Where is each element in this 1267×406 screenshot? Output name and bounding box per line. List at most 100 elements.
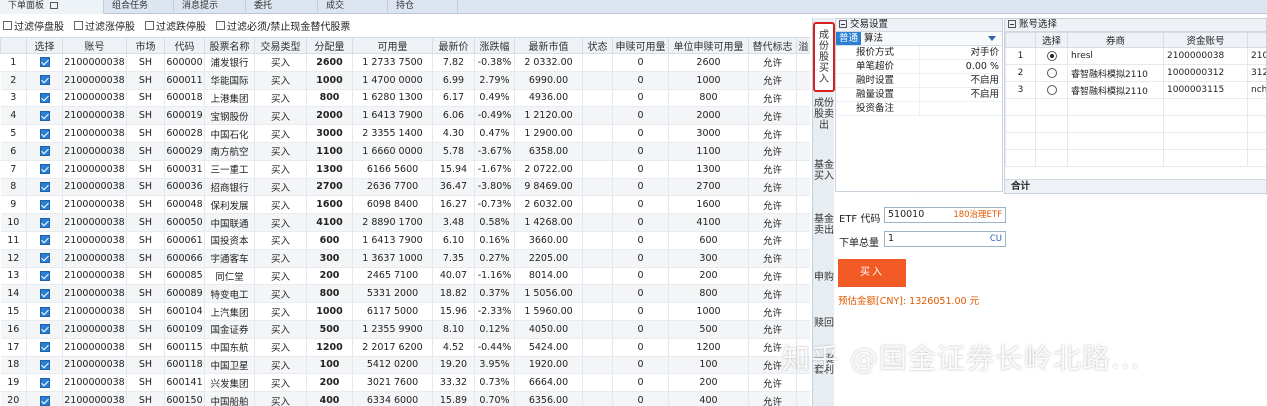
column-header[interactable]: 股票名称 xyxy=(204,37,255,54)
table-row[interactable]: 17 2100000038 SH 600115 中国东航 买入 1200 2 2017 620… xyxy=(0,338,810,357)
side-tab-fund-sell[interactable]: 基金卖出 xyxy=(814,214,834,258)
account-radio[interactable] xyxy=(1046,84,1057,95)
side-tab-fund-buy[interactable]: 基金买入 xyxy=(814,160,834,204)
table-row[interactable]: 2 2100000038 SH 600011 华能国际 买入 1000 1 4700 0000… xyxy=(0,71,810,90)
collapse-icon[interactable] xyxy=(1008,20,1016,28)
side-tab-component-sell[interactable]: 成份股卖出 xyxy=(814,98,834,154)
tab-deal[interactable]: 成交 xyxy=(318,0,388,14)
row-checkbox[interactable] xyxy=(39,164,50,175)
row-checkbox[interactable] xyxy=(39,181,50,192)
table-row[interactable]: 1 2100000038 SH 600000 浦发银行 买入 2600 1 2733 7500… xyxy=(0,53,810,72)
table-row[interactable]: 12 2100000038 SH 600066 宇通客车 买入 300 1 3637 1000… xyxy=(0,249,810,268)
side-tab-component-buy[interactable]: 成份股买入 xyxy=(813,22,835,92)
column-header[interactable]: 分配量 xyxy=(306,37,353,54)
filter-suspended[interactable]: 过滤停盘股 xyxy=(3,18,64,33)
filter-limit-down[interactable]: 过滤跌停股 xyxy=(145,18,206,33)
buy-button[interactable]: 买入 xyxy=(838,259,906,287)
table-row[interactable]: 18 2100000038 SH 600118 中国卫星 买入 100 5412 0200 19… xyxy=(0,356,810,375)
filter-limit-up[interactable]: 过滤涨停股 xyxy=(74,18,135,33)
row-checkbox[interactable] xyxy=(39,217,50,228)
account-row[interactable]: 3 睿智融科模拟2110 1000003115 nch xyxy=(1005,81,1266,99)
row-checkbox[interactable] xyxy=(39,253,50,264)
prop-volume-setting[interactable]: 融量设置 不启用 xyxy=(836,88,1002,102)
subtab-normal[interactable]: 普通 xyxy=(836,32,862,45)
tab-messages[interactable]: 消息提示 xyxy=(174,0,246,14)
side-tab-subscribe[interactable]: 申购 xyxy=(814,272,834,296)
row-checkbox[interactable] xyxy=(39,92,50,103)
row-checkbox[interactable] xyxy=(39,395,50,406)
table-row[interactable]: 16 2100000038 SH 600109 国金证券 买入 500 1 2355 9900… xyxy=(0,320,810,339)
row-checkbox[interactable] xyxy=(39,75,50,86)
table-row[interactable]: 3 2100000038 SH 600018 上港集团 买入 800 1 6280 1300 6… xyxy=(0,89,810,108)
column-header[interactable]: 单位申赎可用量 xyxy=(668,37,749,54)
column-header[interactable]: 账号 xyxy=(62,37,127,54)
account-radio[interactable] xyxy=(1046,67,1057,78)
account-radio[interactable] xyxy=(1046,50,1057,61)
table-row[interactable]: 11 2100000038 SH 600061 国投资本 买入 600 1 6413 7900… xyxy=(0,231,810,250)
column-header[interactable]: 涨跌幅 xyxy=(474,37,515,54)
row-checkbox[interactable] xyxy=(39,359,50,370)
table-row[interactable]: 15 2100000038 SH 600104 上汽集团 买入 1000 6117 5000 1… xyxy=(0,302,810,321)
order-qty-input[interactable]: 1 CU xyxy=(884,231,1006,247)
column-header[interactable]: 最新价 xyxy=(432,37,475,54)
column-header[interactable]: 最新市值 xyxy=(514,37,583,54)
row-checkbox[interactable] xyxy=(39,377,50,388)
table-row[interactable]: 14 2100000038 SH 600089 特变电工 买入 800 5331 2000 18… xyxy=(0,284,810,304)
row-checkbox[interactable] xyxy=(39,342,50,353)
column-header[interactable]: 替代标志 xyxy=(748,37,797,54)
checkbox[interactable] xyxy=(3,20,12,30)
subtab-algo[interactable]: 算法 xyxy=(861,32,886,45)
dropdown-caret-icon[interactable] xyxy=(988,36,996,41)
column-header[interactable]: 市场 xyxy=(126,37,165,54)
etf-code-input[interactable]: 510010 180治理ETF xyxy=(884,207,1006,223)
column-header[interactable]: 申赎可用量 xyxy=(612,37,669,54)
checkbox[interactable] xyxy=(216,20,225,30)
table-row[interactable]: 8 2100000038 SH 600036 招商银行 买入 2700 2636 7700 36… xyxy=(0,178,810,197)
filter-cash-substitute[interactable]: 过滤必须/禁止现金替代股票 xyxy=(216,18,350,33)
checkbox[interactable] xyxy=(145,20,154,30)
table-row[interactable]: 5 2100000038 SH 600028 中国石化 买入 3000 2 3355 1400… xyxy=(0,124,810,143)
row-checkbox[interactable] xyxy=(39,146,50,157)
table-row[interactable]: 4 2100000038 SH 600019 宝钢股份 买入 2000 1 6413 7900… xyxy=(0,106,810,126)
row-checkbox[interactable] xyxy=(39,57,50,68)
tab-order-panel[interactable]: 下单面板 xyxy=(0,0,104,14)
checkbox[interactable] xyxy=(74,20,83,30)
collapse-icon[interactable] xyxy=(839,20,847,28)
account-row[interactable]: 2 睿智融科模拟2110 1000000312 312 xyxy=(1005,64,1266,82)
prop-price-mode[interactable]: 报价方式 对手价 xyxy=(836,46,1002,60)
table-row[interactable]: 19 2100000038 SH 600141 兴发集团 买入 200 3021 7600 33… xyxy=(0,373,810,393)
column-header[interactable] xyxy=(0,37,27,54)
account-column-header[interactable] xyxy=(1005,32,1036,48)
account-column-header[interactable]: 选择 xyxy=(1035,32,1068,48)
tab-entrust[interactable]: 委托 xyxy=(246,0,318,14)
row-checkbox[interactable] xyxy=(39,306,50,317)
table-row[interactable]: 6 2100000038 SH 600029 南方航空 买入 1100 1 6660 0000… xyxy=(0,142,810,161)
prop-invest-note[interactable]: 投资备注 xyxy=(836,102,1002,116)
row-checkbox[interactable] xyxy=(39,324,50,335)
table-row[interactable]: 7 2100000038 SH 600031 三一重工 买入 1300 6166 5600 15… xyxy=(0,160,810,179)
account-column-header[interactable]: 资金账号 xyxy=(1163,32,1248,48)
column-header[interactable]: 选择 xyxy=(26,37,63,54)
column-header[interactable]: 溢 xyxy=(796,37,810,54)
row-checkbox[interactable] xyxy=(39,199,50,210)
account-row[interactable]: 1 hresl21000000382100000 xyxy=(1005,47,1266,65)
row-checkbox[interactable] xyxy=(39,235,50,246)
column-header[interactable]: 代码 xyxy=(164,37,205,54)
restore-icon[interactable] xyxy=(50,2,59,9)
column-header[interactable]: 状态 xyxy=(582,37,613,54)
tab-combo-task[interactable]: 组合任务 xyxy=(104,0,174,14)
column-header[interactable]: 交易类型 xyxy=(254,37,307,54)
table-row[interactable]: 13 2100000038 SH 600085 同仁堂 买入 200 2465 7100 40.… xyxy=(0,267,810,286)
table-row[interactable]: 10 2100000038 SH 600050 中国联通 买入 4100 2 8890 170… xyxy=(0,213,810,232)
prop-time-setting[interactable]: 融时设置 不启用 xyxy=(836,74,1002,88)
table-row[interactable]: 9 2100000038 SH 600048 保利发展 买入 1600 6098 8400 16… xyxy=(0,195,810,215)
account-column-header[interactable]: 账号 xyxy=(1247,32,1266,48)
row-checkbox[interactable] xyxy=(39,288,50,299)
row-checkbox[interactable] xyxy=(39,110,50,121)
table-row[interactable]: 20 2100000038 SH 600150 中国船舶 买入 400 6334 6000 15… xyxy=(0,391,810,406)
tab-position[interactable]: 持仓 xyxy=(388,0,458,14)
account-column-header[interactable]: 券商 xyxy=(1067,32,1164,48)
column-header[interactable]: 可用量 xyxy=(352,37,433,54)
row-checkbox[interactable] xyxy=(39,270,50,281)
row-checkbox[interactable] xyxy=(39,128,50,139)
